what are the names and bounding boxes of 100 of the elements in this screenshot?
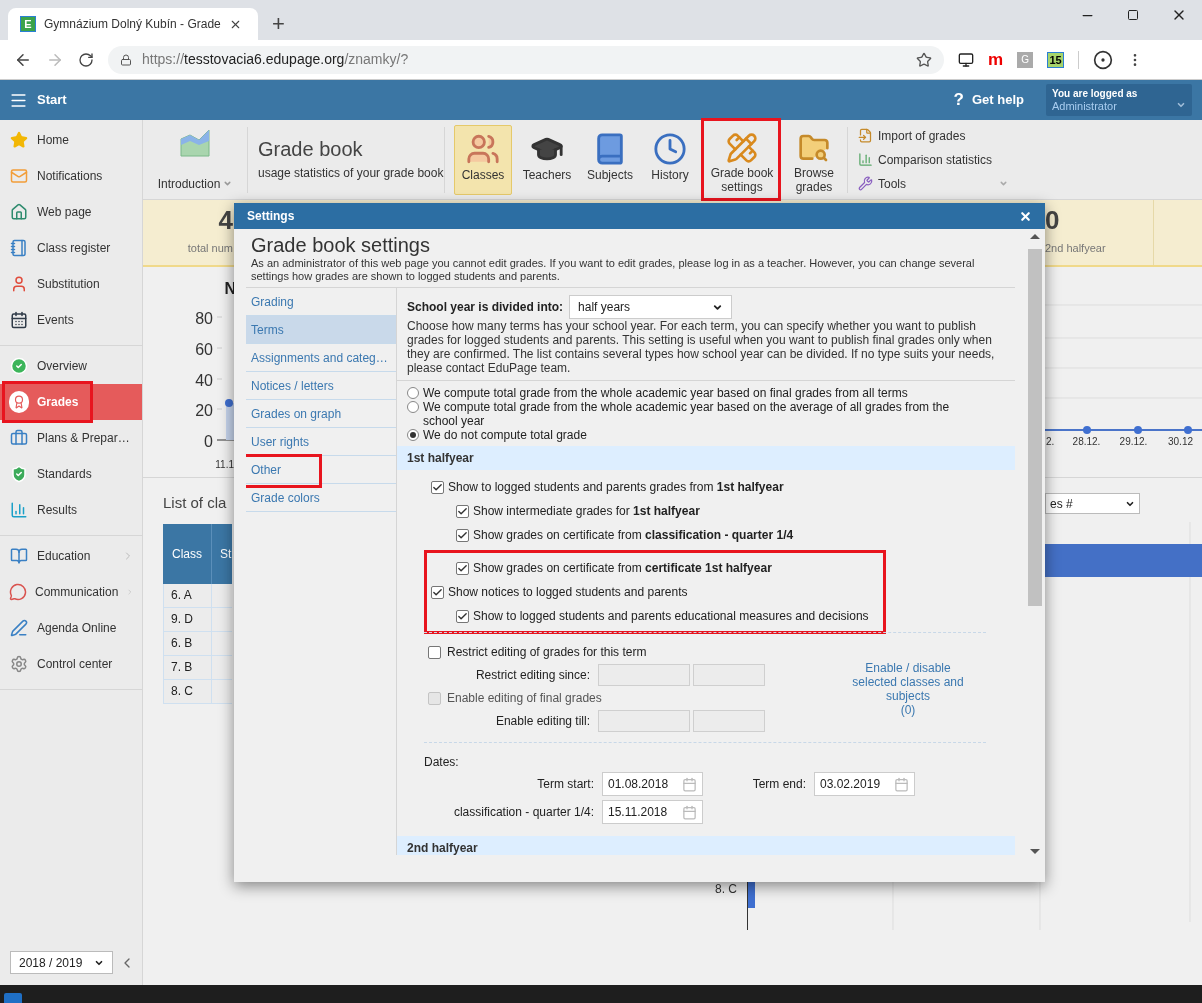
house-icon — [10, 203, 28, 221]
toolbar-link[interactable]: Tools — [878, 174, 906, 193]
sidebar-item[interactable]: Education — [0, 538, 142, 574]
toolbar-button[interactable]: History — [642, 124, 698, 195]
sidebar-item[interactable]: Events — [0, 302, 142, 338]
checkbox-label: Show intermediate grades for 1st halfyear — [473, 503, 700, 520]
chart-bar — [226, 403, 234, 440]
sidebar-item[interactable]: Notifications — [0, 158, 142, 194]
login-caption: You are logged as — [1052, 87, 1138, 100]
introduction-menu[interactable]: Introduction — [157, 174, 233, 193]
check-circle-icon — [10, 357, 28, 375]
checkbox[interactable] — [456, 561, 469, 575]
url-field[interactable]: https://tesstovacia6.edupage.org/znamky/? — [108, 45, 944, 74]
sidebar-item[interactable]: Substitution — [0, 266, 142, 302]
table-cell: 9. D — [164, 607, 212, 631]
data-point — [225, 399, 233, 407]
sidebar-item[interactable]: Control center — [0, 646, 142, 682]
count-link[interactable]: (0) — [900, 703, 916, 717]
book-icon — [10, 547, 28, 565]
bar-chart-icon — [10, 501, 28, 519]
caret-icon — [999, 179, 1008, 188]
sidebar-item[interactable]: Home — [0, 122, 142, 158]
field-label: classification - quarter 1/4: — [452, 804, 595, 821]
login-box[interactable]: You are logged as Administrator — [1046, 84, 1192, 116]
bar-chart-icon — [858, 152, 873, 167]
radio-button[interactable] — [407, 387, 419, 399]
term-select[interactable]: half years — [569, 295, 733, 319]
sidebar-item[interactable]: Communication — [0, 574, 142, 610]
radio-button[interactable] — [407, 401, 419, 413]
date-field[interactable]: 01.08.2018 — [602, 772, 703, 796]
sort-select[interactable]: es # — [1045, 493, 1140, 514]
checkbox[interactable] — [431, 585, 444, 599]
input-field[interactable] — [598, 710, 690, 732]
toolbar-button[interactable]: Browse grades — [786, 124, 842, 195]
checkbox[interactable] — [431, 480, 444, 494]
sidebar-item[interactable]: Standards — [0, 456, 142, 492]
stat-label: 2nd halfyear — [1045, 241, 1107, 256]
stat-value: 4 — [218, 206, 233, 234]
bookmark-star-icon[interactable] — [916, 51, 932, 68]
sidebar-item[interactable]: Class register — [0, 230, 142, 266]
column-header[interactable]: St — [211, 523, 232, 584]
radio-label: We do not compute total grade — [423, 428, 588, 442]
date-field[interactable]: 03.02.2019 — [814, 772, 915, 796]
screen-icon[interactable] — [958, 51, 974, 68]
chat-icon — [9, 583, 27, 601]
toolbar-link[interactable]: Import of grades — [878, 126, 966, 145]
checkbox[interactable] — [456, 528, 469, 542]
toolbar-button[interactable]: Grade book settings — [702, 124, 782, 195]
sidebar-item[interactable]: Web page — [0, 194, 142, 230]
table-cell: 8. C — [164, 679, 212, 703]
sidebar-item[interactable]: Results — [0, 492, 142, 528]
radio-label: We compute total grade from the whole academic year based on the average of all grades from the school year — [423, 400, 951, 428]
sidebar-item[interactable]: Overview — [0, 348, 142, 384]
reload-icon[interactable] — [78, 51, 94, 68]
page-subtitle: usage statistics of your grade book — [258, 164, 444, 182]
sidebar-item[interactable]: Plans & Prepar… — [0, 420, 142, 456]
scroll-thumb[interactable] — [1027, 249, 1042, 606]
sidebar-item[interactable]: Grades — [0, 384, 142, 420]
help-link[interactable]: Get help — [972, 90, 1024, 110]
column-header[interactable]: Class — [163, 544, 211, 563]
input-field[interactable] — [598, 664, 690, 686]
caret-icon — [223, 179, 233, 188]
axis-label: 2. — [1045, 435, 1056, 449]
checkbox-label: Show to logged students and parents grades from 1st halfyear — [448, 479, 784, 496]
field-label: Term end: — [751, 776, 807, 793]
radio-button[interactable] — [407, 429, 419, 441]
enable-disable-link[interactable]: Enable / disable selected classes and subjects — [843, 661, 973, 703]
section-title: List of cla — [163, 493, 227, 513]
calendar-icon — [10, 311, 28, 329]
close-icon[interactable] — [1019, 209, 1032, 223]
person-icon — [10, 275, 28, 293]
axis-label: 11.1 — [215, 457, 234, 472]
toolbar-button[interactable]: Teachers — [516, 124, 578, 195]
checkbox[interactable] — [456, 609, 469, 623]
axis-label: 28.12. — [1071, 435, 1102, 449]
toolbar-button[interactable]: Classes — [454, 124, 512, 195]
x-axis — [216, 439, 234, 441]
extension-button[interactable]: 15 — [1047, 51, 1065, 68]
toolbar-button[interactable]: Subjects — [582, 124, 638, 195]
input-field[interactable] — [693, 664, 765, 686]
field-label: Term start: — [536, 776, 595, 793]
date-field[interactable]: 15.11.2018 — [602, 800, 703, 824]
sidebar-item[interactable]: Agenda Online — [0, 610, 142, 646]
start-link[interactable]: Start — [37, 90, 67, 110]
extension-button[interactable]: m — [988, 50, 1004, 69]
maximize-icon[interactable] — [1127, 9, 1139, 21]
input-field[interactable] — [693, 710, 765, 732]
lock-icon — [120, 53, 132, 66]
checkbox[interactable] — [456, 504, 469, 518]
help-text: Choose how many terms has your school year. For each term, you can specify whether you want to publish grades for logged students and parents. This setting is useful when you want to publish final grades only when they are confirmed. The list contains several types how school year can be divided. If no type suits your needs, please contact EduPage team. — [407, 319, 996, 377]
toolbar-link[interactable]: Comparison statistics — [878, 150, 993, 169]
new-tab-button[interactable]: + — [272, 13, 285, 35]
browser-tab[interactable]: E Gymnázium Dolný Kubín - Grade — [8, 8, 258, 40]
avatar-icon[interactable] — [1093, 49, 1114, 70]
shield-icon — [10, 465, 28, 483]
checkbox-label: Show to logged students and parents educational measures and decisions — [473, 608, 869, 625]
checkbox[interactable] — [428, 645, 441, 659]
year-select[interactable]: 2018 / 2019 — [10, 951, 113, 974]
help-icon[interactable]: ? — [953, 87, 964, 113]
data-point — [1083, 426, 1091, 434]
